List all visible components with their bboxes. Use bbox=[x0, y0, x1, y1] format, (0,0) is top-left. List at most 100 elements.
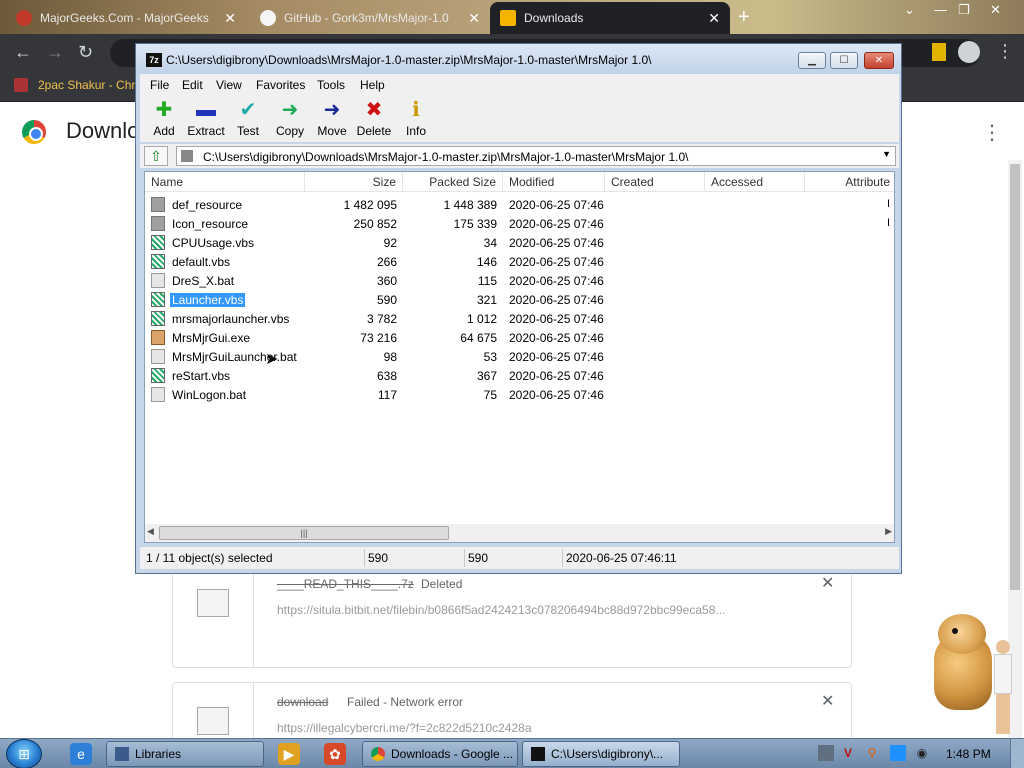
close-icon[interactable]: ✕ bbox=[821, 573, 834, 593]
reload-icon[interactable]: ↻ bbox=[78, 43, 93, 61]
menu-view[interactable]: View bbox=[216, 78, 242, 92]
path-bar: ⇧ C:\Users\digibrony\Downloads\MrsMajor-… bbox=[140, 144, 899, 168]
network-icon[interactable] bbox=[818, 745, 834, 761]
column-size[interactable]: Size bbox=[305, 172, 403, 192]
app-icon[interactable]: ✿ bbox=[324, 743, 346, 765]
file-row[interactable]: WinLogon.bat 117 75 2020-06-25 07:46 bbox=[145, 385, 894, 404]
column-attribute[interactable]: Attribute bbox=[805, 172, 894, 192]
download-url[interactable]: https://situla.bitbit.net/filebin/b0866f… bbox=[277, 603, 725, 617]
close-window-icon[interactable]: ✕ bbox=[990, 2, 1001, 18]
file-row[interactable]: Icon_resource 250 852 175 339 2020-06-25… bbox=[145, 214, 894, 233]
close-icon[interactable]: ✕ bbox=[821, 691, 834, 711]
info-button[interactable]: ℹ Info bbox=[396, 98, 436, 138]
menu-file[interactable]: File bbox=[150, 78, 169, 92]
divider bbox=[253, 683, 254, 738]
column-packed-size[interactable]: Packed Size bbox=[403, 172, 503, 192]
add-button[interactable]: ✚ Add bbox=[144, 98, 184, 138]
close-icon[interactable]: ✕ bbox=[708, 10, 720, 27]
forward-icon[interactable]: → bbox=[46, 43, 64, 61]
back-icon[interactable]: ← bbox=[14, 43, 32, 61]
file-row-selected[interactable]: Launcher.vbs 590 321 2020-06-25 07:46 bbox=[145, 290, 894, 309]
tab-github[interactable]: GitHub - Gork3m/MrsMajor-1.0 ✕ bbox=[250, 2, 490, 34]
menu-favorites[interactable]: Favorites bbox=[256, 78, 305, 92]
taskbar-button-chrome[interactable]: Downloads - Google ... bbox=[362, 741, 518, 767]
bookmark-item[interactable]: 2pac Shakur - Chro bbox=[14, 78, 142, 92]
file-name: WinLogon.bat bbox=[172, 388, 247, 402]
file-modified: 2020-06-25 07:46 bbox=[509, 369, 604, 383]
copy-button[interactable]: ➜ Copy bbox=[270, 98, 310, 138]
batch-file-icon bbox=[151, 387, 165, 402]
antivirus-icon[interactable]: V bbox=[840, 745, 856, 761]
file-attribute: I bbox=[887, 198, 891, 210]
taskbar-button-7zip[interactable]: C:\Users\digibrony\... bbox=[522, 741, 680, 767]
download-url[interactable]: https://illegalcybercri.me/?f=2c822d5210… bbox=[277, 721, 532, 735]
file-row[interactable]: MrsMjrGuiLauncher.bat 98 53 2020-06-25 0… bbox=[145, 347, 894, 366]
file-size: 590 bbox=[376, 293, 397, 307]
menu-edit[interactable]: Edit bbox=[182, 78, 203, 92]
window-titlebar[interactable]: 7z C:\Users\digibrony\Downloads\MrsMajor… bbox=[136, 44, 901, 74]
taskbar-label: C:\Users\digibrony\... bbox=[551, 747, 664, 761]
file-row[interactable]: CPUUsage.vbs 92 34 2020-06-25 07:46 bbox=[145, 233, 894, 252]
taskbar-button-libraries[interactable]: Libraries bbox=[106, 741, 264, 767]
windows-start-icon[interactable]: ⊞ bbox=[6, 739, 42, 768]
button-label: Add bbox=[153, 124, 175, 138]
extension-icon[interactable] bbox=[932, 43, 946, 61]
tab-majorgeeks[interactable]: MajorGeeks.Com - MajorGeeks ✕ bbox=[6, 2, 246, 34]
download-filename[interactable]: ____READ_THIS____.7z bbox=[277, 577, 414, 591]
close-button[interactable]: ✕ bbox=[864, 52, 894, 69]
kebab-menu-icon[interactable]: ⋮ bbox=[996, 41, 1014, 62]
chevron-down-icon[interactable]: ▼ bbox=[882, 149, 891, 159]
scroll-thumb[interactable] bbox=[1010, 164, 1020, 590]
scroll-thumb[interactable]: ||| bbox=[159, 526, 449, 540]
volume-icon[interactable]: ◉ bbox=[914, 745, 930, 761]
close-icon[interactable]: ✕ bbox=[224, 10, 236, 27]
github-icon bbox=[260, 10, 276, 26]
menu-tools[interactable]: Tools bbox=[317, 78, 345, 92]
system-clock[interactable]: 1:48 PM bbox=[946, 747, 991, 761]
hamster-eye bbox=[952, 628, 958, 634]
column-modified[interactable]: Modified bbox=[503, 172, 605, 192]
copy-icon: ➜ bbox=[281, 99, 299, 121]
delete-button[interactable]: ✖ Delete bbox=[354, 98, 394, 138]
menu-help[interactable]: Help bbox=[360, 78, 385, 92]
maximize-button[interactable]: ☐ bbox=[830, 52, 858, 69]
tab-downloads[interactable]: Downloads ✕ bbox=[490, 2, 730, 34]
file-row[interactable]: def_resource 1 482 095 1 448 389 2020-06… bbox=[145, 195, 894, 214]
move-icon: ➜ bbox=[323, 99, 341, 121]
download-filename[interactable]: download bbox=[277, 695, 328, 709]
up-folder-icon[interactable]: ⇧ bbox=[144, 146, 168, 166]
scroll-right-icon[interactable]: ▶ bbox=[885, 526, 892, 537]
search-icon[interactable]: ⚲ bbox=[864, 745, 880, 761]
file-row[interactable]: MrsMjrGui.exe 73 216 64 675 2020-06-25 0… bbox=[145, 328, 894, 347]
file-row[interactable]: mrsmajorlauncher.vbs 3 782 1 012 2020-06… bbox=[145, 309, 894, 328]
move-button[interactable]: ➜ Move bbox=[312, 98, 352, 138]
file-row[interactable]: default.vbs 266 146 2020-06-25 07:46 bbox=[145, 252, 894, 271]
media-player-icon[interactable]: ▶ bbox=[278, 743, 300, 765]
column-accessed[interactable]: Accessed bbox=[705, 172, 805, 192]
extract-button[interactable]: ▬ Extract bbox=[186, 98, 226, 138]
file-packed-size: 367 bbox=[476, 369, 497, 383]
profile-icon[interactable] bbox=[958, 41, 980, 63]
new-tab-icon[interactable]: + bbox=[738, 6, 750, 29]
path-input[interactable]: C:\Users\digibrony\Downloads\MrsMajor-1.… bbox=[176, 146, 896, 166]
scroll-left-icon[interactable]: ◀ bbox=[147, 526, 154, 537]
show-desktop-button[interactable] bbox=[1010, 739, 1024, 768]
file-modified: 2020-06-25 07:46 bbox=[509, 217, 604, 231]
test-button[interactable]: ✔ Test bbox=[228, 98, 268, 138]
kebab-menu-icon[interactable]: ⋮ bbox=[982, 120, 1002, 145]
chevron-down-icon[interactable]: ⌄ bbox=[904, 2, 915, 18]
file-row[interactable]: reStart.vbs 638 367 2020-06-25 07:46 bbox=[145, 366, 894, 385]
file-row[interactable]: DreS_X.bat 360 115 2020-06-25 07:46 bbox=[145, 271, 894, 290]
close-icon[interactable]: ✕ bbox=[468, 10, 480, 27]
display-icon[interactable] bbox=[890, 745, 906, 761]
restore-icon[interactable]: ❐ bbox=[958, 2, 970, 18]
minimize-icon[interactable]: — bbox=[934, 2, 947, 17]
horizontal-scrollbar[interactable]: ◀ ||| ▶ bbox=[145, 524, 894, 542]
file-name: Icon_resource bbox=[172, 217, 249, 231]
column-created[interactable]: Created bbox=[605, 172, 705, 192]
file-size: 98 bbox=[383, 350, 397, 364]
minimize-button[interactable]: ▁ bbox=[798, 52, 826, 69]
column-name[interactable]: Name bbox=[145, 172, 305, 192]
internet-explorer-icon[interactable]: e bbox=[70, 743, 92, 765]
divider bbox=[364, 549, 365, 567]
